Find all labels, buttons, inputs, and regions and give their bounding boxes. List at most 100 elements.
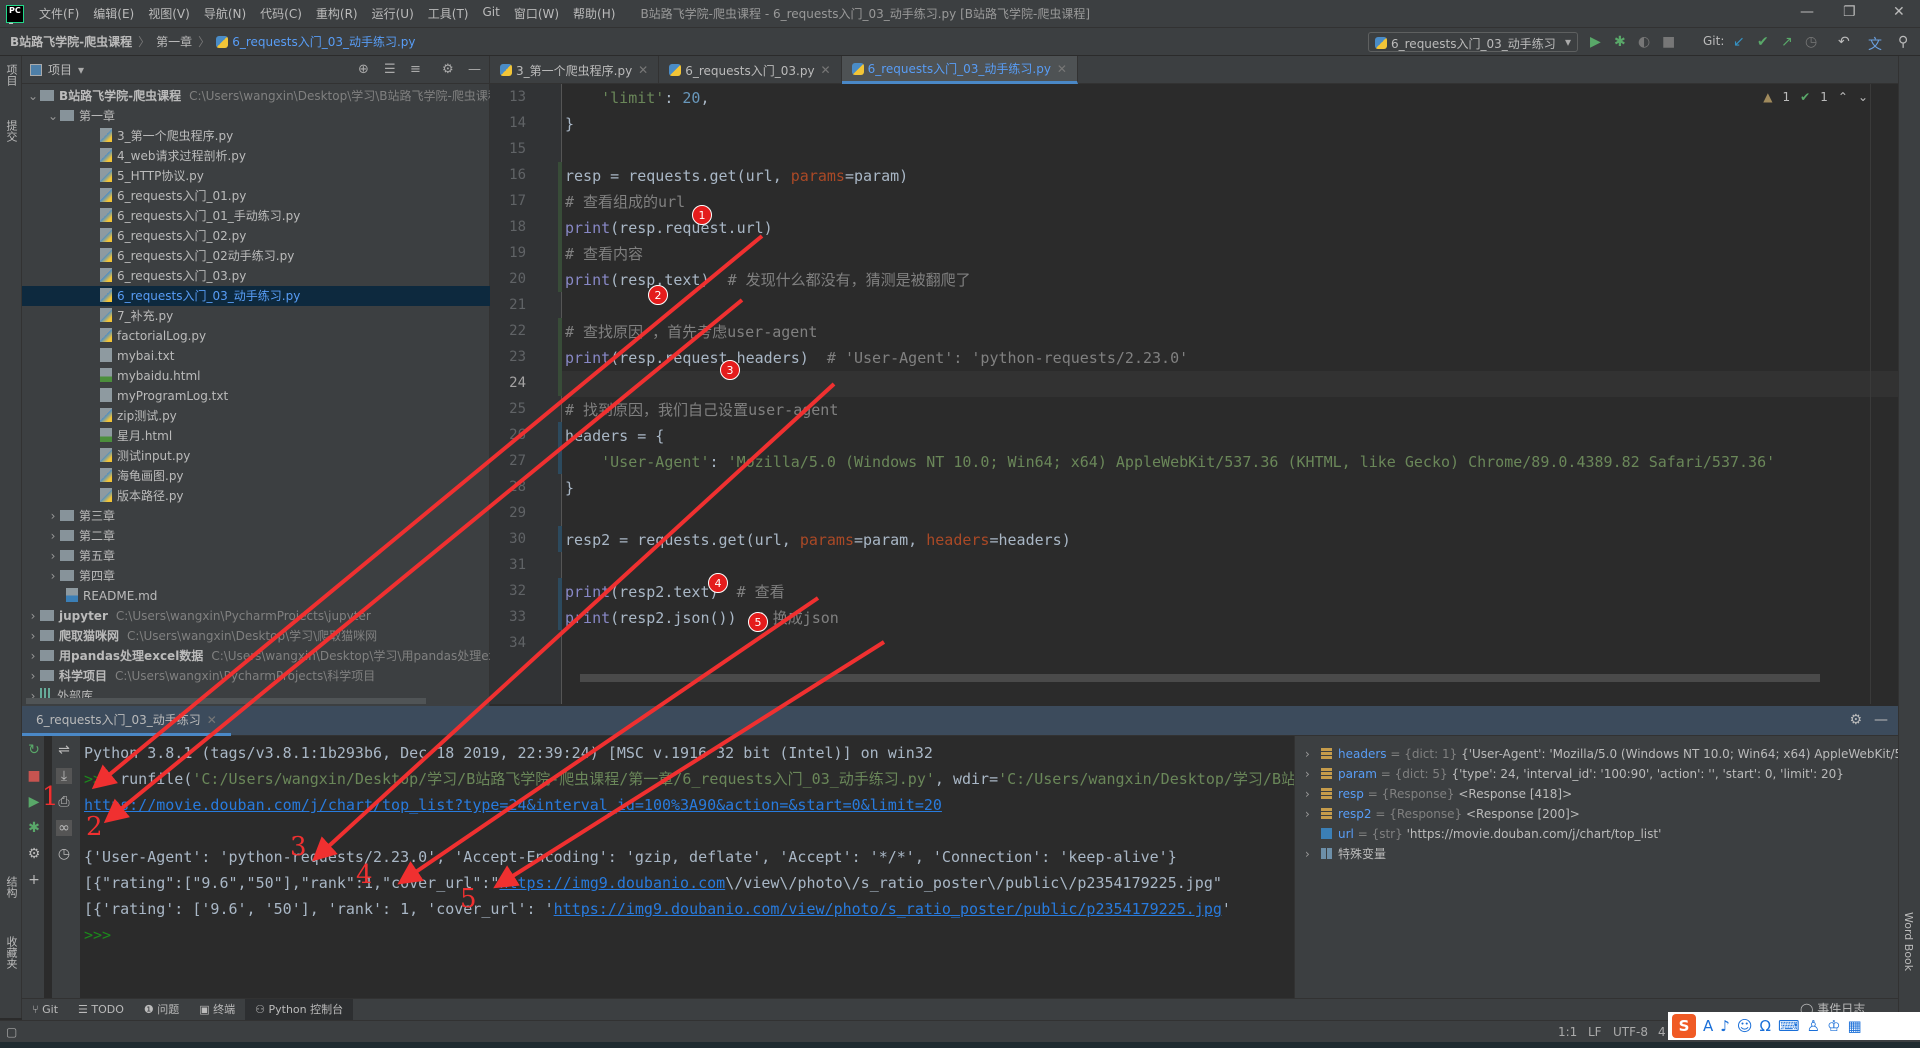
rerun-icon[interactable]: ↻ (26, 742, 42, 758)
run-icon[interactable]: ▶ (26, 794, 42, 810)
chevron-right-icon[interactable]: › (46, 526, 60, 546)
console-output[interactable]: Python 3.8.1 (tags/v3.8.1:1b293b6, Dec 1… (80, 736, 1294, 998)
tree-item[interactable]: 版本路径.py (22, 486, 490, 506)
tree-item[interactable]: myProgramLog.txt (22, 386, 490, 406)
breadcrumb-file[interactable]: 6_requests入门_03_动手练习.py (232, 33, 415, 50)
tool-tab-2[interactable]: ❶ 问题 (134, 999, 189, 1021)
variable-row[interactable]: url = {str} 'https://movie.douban.com/j/… (1305, 824, 1661, 844)
breadcrumb-folder[interactable]: 第一章 (156, 33, 192, 50)
indent[interactable]: 4 (1658, 1025, 1666, 1039)
debug-icon[interactable]: ✱ (1614, 34, 1626, 50)
tree-item[interactable]: › 第三章 (22, 506, 490, 526)
tool-tab-3[interactable]: ▣ 终端 (189, 999, 245, 1021)
translate-icon[interactable]: 文 (1868, 34, 1882, 54)
tree-item[interactable]: › 科学项目 C:\Users\wangxin\PycharmProjects\科学… (22, 666, 490, 686)
git-commit-icon[interactable]: ✔ (1757, 34, 1769, 50)
ime-user-icon[interactable]: ♙ (1807, 1017, 1820, 1035)
breadcrumb-project[interactable]: B站路飞学院-爬虫课程 (10, 33, 132, 50)
chevron-down-icon[interactable]: ⌄ (46, 106, 60, 126)
chevron-right-icon[interactable]: › (46, 506, 60, 526)
debug-icon[interactable]: ✱ (26, 820, 42, 836)
tree-item[interactable]: mybaidu.html (22, 366, 490, 386)
chevron-right-icon[interactable]: › (46, 566, 60, 586)
tool-favorites[interactable]: 收藏夹 (3, 936, 19, 969)
close-icon[interactable]: ✕ (207, 713, 217, 727)
tree-item[interactable]: 6_requests入门_03.py (22, 266, 490, 286)
add-icon[interactable]: + (26, 872, 42, 888)
layout-icon[interactable]: ▢ (6, 1025, 17, 1039)
tree-item[interactable]: › jupyter C:\Users\wangxin\PycharmProjects… (22, 606, 490, 626)
chevron-right-icon[interactable]: › (46, 546, 60, 566)
tree-item[interactable]: › 第五章 (22, 546, 490, 566)
chevron-right-icon[interactable]: › (1305, 764, 1317, 784)
tool-project[interactable]: 项目 (3, 64, 19, 86)
tree-item[interactable]: README.md (22, 586, 490, 606)
stop-icon[interactable]: ■ (26, 768, 42, 784)
chevron-right-icon[interactable]: › (26, 666, 40, 686)
menu-5[interactable]: 重构(R) (309, 5, 365, 22)
tool-tab-4[interactable]: ⚇ Python 控制台 (245, 998, 354, 1021)
tree-item[interactable]: 3_第一个爬虫程序.py (22, 126, 490, 146)
tree-item[interactable]: 6_requests入门_01_手动练习.py (22, 206, 490, 226)
menu-0[interactable]: 文件(F) (32, 5, 86, 22)
editor-tab[interactable]: 6_requests入门_03_动手练习.py ✕ (841, 56, 1078, 84)
tree-item[interactable]: factorialLog.py (22, 326, 490, 346)
tree-item[interactable]: 星月.html (22, 426, 490, 446)
tree-item[interactable]: ⌄ B站路飞学院-爬虫课程 C:\Users\wangxin\Desktop\学习\… (22, 86, 490, 106)
run-configuration-select[interactable]: 6_requests入门_03_动手练习 ▾ (1368, 32, 1578, 52)
tool-word-book[interactable]: Word Book (1902, 912, 1915, 971)
variable-row[interactable]: › param = {dict: 5} {'type': 24, 'interva… (1305, 764, 1844, 784)
tree-item[interactable]: › 第二章 (22, 526, 490, 546)
rollback-icon[interactable]: ↶ (1838, 34, 1850, 50)
encoding[interactable]: UTF-8 (1613, 1025, 1648, 1039)
close-tab-icon[interactable]: ✕ (821, 63, 831, 77)
minimize-button[interactable]: — (1800, 4, 1814, 20)
ime-emoji-icon[interactable]: ☺ (1737, 1017, 1753, 1035)
chevron-right-icon[interactable]: › (1305, 784, 1317, 804)
tree-item[interactable]: 6_requests入门_02.py (22, 226, 490, 246)
inspection-widget[interactable]: ▲ 1 ✔ 1 ⌃ ⌄ (1763, 90, 1868, 104)
tree-item[interactable]: zip测试.py (22, 406, 490, 426)
tree-item[interactable]: 4_web请求过程剖析.py (22, 146, 490, 166)
tree-item[interactable]: › 爬取猫咪网 C:\Users\wangxin\Desktop\学习\爬取猫咪网 (22, 626, 490, 646)
close-tab-icon[interactable]: ✕ (1057, 62, 1067, 76)
tree-item[interactable]: › 用pandas处理excel数据 C:\Users\wangxin\Deskto… (22, 646, 490, 666)
tool-structure[interactable]: 结构 (3, 876, 19, 898)
history-icon[interactable]: ◷ (56, 846, 72, 862)
menu-2[interactable]: 视图(V) (141, 5, 197, 22)
chevron-down-icon[interactable]: ⌄ (26, 86, 40, 106)
chevron-right-icon[interactable]: › (1305, 804, 1317, 824)
close-window-button[interactable]: ✕ (1893, 4, 1905, 20)
tree-item[interactable]: 测试input.py (22, 446, 490, 466)
menu-10[interactable]: 帮助(H) (566, 5, 622, 22)
variable-row[interactable]: › resp = {Response} <Response [418]> (1305, 784, 1572, 804)
tree-item[interactable]: ⌄ 第一章 (22, 106, 490, 126)
hide-icon[interactable]: — (1874, 712, 1888, 728)
chevron-right-icon[interactable]: › (1305, 844, 1317, 864)
gear-icon[interactable]: ⚙ (1849, 712, 1862, 728)
tool-commit[interactable]: 提交 (3, 120, 19, 142)
variable-row[interactable]: › resp2 = {Response} <Response [200]> (1305, 804, 1580, 824)
restore-button[interactable]: ❐ (1843, 4, 1856, 20)
line-separator[interactable]: LF (1588, 1025, 1602, 1039)
close-tab-icon[interactable]: ✕ (638, 63, 648, 77)
soft-wrap-icon[interactable]: ⇌ (56, 742, 72, 758)
run-icon[interactable]: ▶ (1590, 34, 1601, 50)
menu-9[interactable]: 窗口(W) (507, 5, 566, 22)
stop-icon[interactable]: ■ (1662, 34, 1675, 50)
ime-menu-icon[interactable]: ▦ (1848, 1017, 1862, 1035)
ime-headset-icon[interactable]: Ω (1759, 1017, 1770, 1035)
chevron-right-icon[interactable]: › (1305, 744, 1317, 764)
menu-4[interactable]: 代码(C) (253, 5, 309, 22)
editor-horizontal-scrollbar[interactable] (580, 674, 1820, 682)
tree-item[interactable]: 6_requests入门_02动手练习.py (22, 246, 490, 266)
previous-icon[interactable]: ⌃ (1838, 90, 1848, 104)
caret-position[interactable]: 1:1 (1558, 1025, 1577, 1039)
menu-8[interactable]: Git (475, 5, 506, 22)
editor-tab[interactable]: 6_requests入门_03.py ✕ (659, 56, 842, 84)
chevron-right-icon[interactable]: › (26, 606, 40, 626)
git-push-icon[interactable]: ↗ (1781, 34, 1793, 50)
tree-item[interactable]: mybai.txt (22, 346, 490, 366)
coverage-icon[interactable]: ◐ (1638, 34, 1650, 50)
menu-1[interactable]: 编辑(E) (86, 5, 141, 22)
